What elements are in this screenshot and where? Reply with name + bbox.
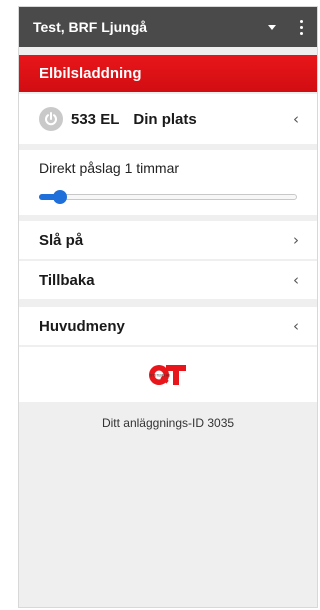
main-menu-label: Huvudmeny [39, 317, 125, 335]
chevron-right-icon: › [293, 231, 299, 249]
logo-panel: SYSTEMS AB [19, 347, 317, 402]
back-label: Tillbaka [39, 271, 95, 289]
charging-place-row[interactable]: 533 EL Din plats ‹ [19, 94, 317, 144]
timer-label: Direkt påslag 1 timmar [39, 160, 180, 176]
caret-down-icon[interactable] [268, 24, 276, 30]
slider-thumb[interactable] [52, 190, 67, 204]
svg-text:SYSTEMS AB: SYSTEMS AB [150, 373, 170, 377]
app-bar: Test, BRF Ljungå [19, 7, 317, 47]
chevron-left-icon[interactable]: ‹ [293, 110, 299, 128]
section-title: Elbilsladdning [39, 65, 142, 82]
turn-on-button[interactable]: Slå på › [19, 221, 317, 259]
turn-on-label: Slå på [39, 231, 84, 249]
back-button[interactable]: Tillbaka ‹ [19, 261, 317, 299]
timer-panel: Direkt påslag 1 timmar [19, 150, 317, 215]
chevron-left-icon: ‹ [293, 317, 299, 335]
qt-logo: SYSTEMS AB [149, 364, 186, 385]
kebab-menu-icon[interactable] [298, 16, 305, 39]
phone-screen: Test, BRF Ljungå Elbilsladdning 533 EL Di… [18, 6, 318, 608]
chevron-left-icon: ‹ [293, 271, 299, 289]
duration-slider[interactable] [39, 190, 297, 204]
main-menu-button[interactable]: Huvudmeny ‹ [19, 307, 317, 345]
slider-track[interactable] [39, 194, 297, 200]
facility-selector[interactable]: Test, BRF Ljungå [33, 19, 268, 35]
place-label: Din plats [133, 110, 197, 128]
facility-id-text: Ditt anläggnings-ID 3035 [101, 416, 235, 430]
power-icon [39, 107, 63, 131]
section-header: Elbilsladdning [19, 55, 317, 92]
place-number: 533 EL [71, 110, 120, 128]
